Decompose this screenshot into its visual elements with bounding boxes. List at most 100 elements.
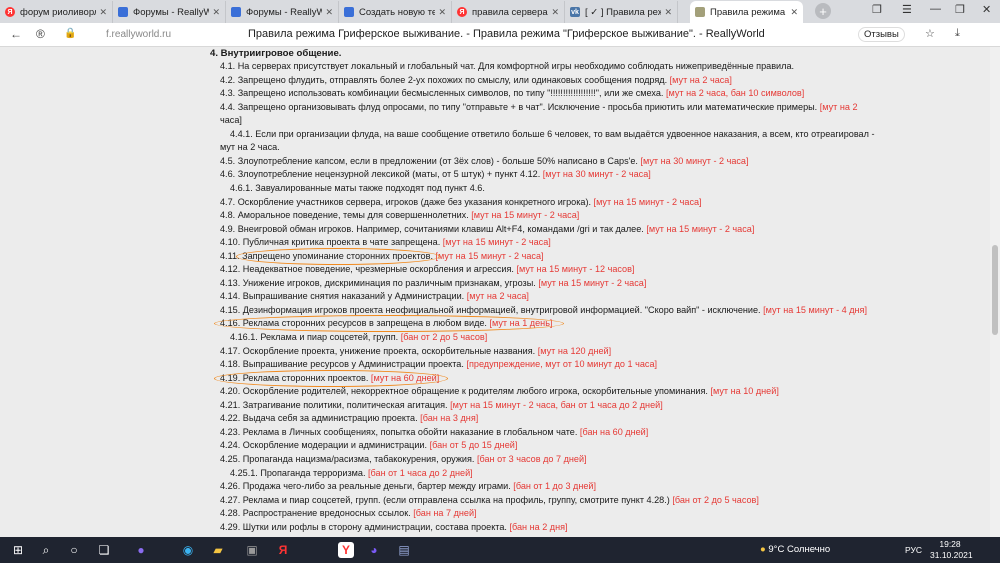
rule-line: 4.7. Оскорбление участников сервера, игр… <box>220 197 702 207</box>
rule-line: 4.25.1. Пропаганда терроризма. [бан от 1… <box>230 468 473 478</box>
rule-line: 4.26. Продажа чего-либо за реальные день… <box>220 481 596 491</box>
discord-icon[interactable]: ◕ <box>366 542 382 558</box>
store-icon[interactable]: ▣ <box>244 542 260 558</box>
rule-penalty: [мут на 2 <box>819 101 858 112</box>
rule-text: 4.27. Реклама и пиар соцсетей, групп. (е… <box>220 494 670 505</box>
rule-line: мут на 2 часа. <box>220 142 280 152</box>
minimize-icon[interactable]: — <box>930 3 941 15</box>
page-title: Правила режима Гриферское выживание. - П… <box>248 28 765 40</box>
tab-7-active[interactable]: Правила режима Гр ✕ <box>690 1 803 23</box>
rule-text: 4.5. Злоупотребление капсом, если в пред… <box>220 155 638 166</box>
rule-line: 4.9. Внеигровой обман игроков. Например,… <box>220 224 754 234</box>
rule-text: 4.25. Пропаганда нацизма/расизма, табако… <box>220 453 475 464</box>
rule-text: 4.6. Злоупотребление нецензурной лексико… <box>220 169 541 180</box>
clock-time: 19:28 <box>939 539 961 549</box>
rule-penalty: [бан на 7 дней] <box>413 508 477 519</box>
scrollbar[interactable] <box>990 47 1000 537</box>
menu-icon[interactable]: ☰ <box>902 3 912 16</box>
close-window-icon[interactable]: ✕ <box>982 3 991 16</box>
windows-start-icon[interactable]: ⊞ <box>10 542 26 558</box>
alice-icon[interactable]: ● <box>133 542 149 558</box>
protect-icon[interactable]: ® <box>36 27 45 41</box>
rule-penalty: [мут на 15 минут - 2 часа] <box>646 223 755 234</box>
scrollbar-thumb[interactable] <box>992 245 998 335</box>
tab-title: [ ✓ ] Правила режима <box>585 6 662 18</box>
rule-text: 4.4. Запрещено организовывать флуд опрос… <box>220 101 818 112</box>
rule-penalty: [предупреждение, мут от 10 минут до 1 ча… <box>466 359 658 370</box>
reallyworld-icon <box>344 7 354 17</box>
rule-line: 4.28. Распространение вредоносных ссылок… <box>220 508 477 518</box>
rule-line: 4.4. Запрещено организовывать флуд опрос… <box>220 102 858 112</box>
close-icon[interactable]: ✕ <box>325 7 333 18</box>
rule-text: 4.26. Продажа чего-либо за реальные день… <box>220 481 511 492</box>
new-tab-button[interactable]: + <box>815 3 831 19</box>
tab-6[interactable]: vk [ ✓ ] Правила режима ✕ <box>565 1 678 23</box>
yandex-icon[interactable]: Я <box>275 542 291 558</box>
tab-title: Правила режима Гр <box>710 6 787 18</box>
task-view-icon[interactable]: ❏ <box>96 542 112 558</box>
rule-text: 4.12. Неадекватное поведение, чрезмерные… <box>220 264 514 275</box>
rule-penalty: [бан на 3 дня] <box>420 413 479 424</box>
bookmark-icon[interactable]: ☆ <box>925 27 935 40</box>
back-arrow-icon[interactable]: ← <box>10 27 22 41</box>
rule-penalty: [бан от 3 часов до 7 дней] <box>476 453 587 464</box>
rule-penalty: [мут на 120 дней] <box>537 345 612 356</box>
tab-2[interactable]: Форумы - ReallyWorld ✕ <box>113 1 226 23</box>
tab-4[interactable]: Создать новую тему - R ✕ <box>339 1 452 23</box>
rule-text: 4.17. Оскорбление проекта, унижение прое… <box>220 345 536 356</box>
rule-line: 4.21. Затрагивание политики, политическа… <box>220 400 663 410</box>
reviews-button[interactable]: Отзывы <box>858 27 905 42</box>
rule-penalty: [мут на 15 минут - 2 часа] <box>435 250 544 261</box>
close-icon[interactable]: ✕ <box>551 7 559 18</box>
rule-line: 4.22. Выдача себя за администрацию проек… <box>220 413 478 423</box>
language-indicator[interactable]: РУС <box>905 545 922 555</box>
rule-text: 4.1. На серверах присутствует локальный … <box>220 61 795 71</box>
close-icon[interactable]: ✕ <box>790 7 798 18</box>
rule-line: 4.4.1. Если при организации флуда, на ва… <box>230 129 874 139</box>
download-icon[interactable]: ⤓ <box>955 27 960 40</box>
rule-penalty: [бан от 2 до 5 часов] <box>400 332 488 342</box>
close-icon[interactable]: ✕ <box>212 7 220 18</box>
tab-title: Форумы - ReallyWorld <box>246 6 323 18</box>
rule-text: 4.24. Оскорбление модерации и администра… <box>220 440 428 451</box>
rule-text: 4.9. Внеигровой обман игроков. Например,… <box>220 223 644 234</box>
taskbar: ⊞ ⌕ ○ ❏ ● ◉ ▰ ▣ Я Y ◕ ▤ ● 9°C Солнечно Р… <box>0 537 1000 563</box>
tab-strip: Я форум риоливорлд ✕ Форумы - ReallyWorl… <box>0 0 1000 23</box>
rule-penalty: [бан от 1 часа до 2 дней] <box>368 467 473 478</box>
rule-penalty: [мут на 2 часа] <box>669 74 732 85</box>
rule-line: 4.29. Шутки или рофлы в сторону админист… <box>220 522 568 532</box>
url-field[interactable]: f.reallyworld.ru <box>106 29 171 40</box>
lock-icon[interactable]: 🔒 <box>64 28 76 39</box>
tab-1[interactable]: Я форум риоливорлд ✕ <box>0 1 113 23</box>
rule-line: 4.18. Выпрашивание ресурсов у Администра… <box>220 359 657 369</box>
tab-5[interactable]: Я правила сервера рил ✕ <box>452 1 565 23</box>
rule-line: 4.14. Выпрашивание снятия наказаний у Ад… <box>220 291 529 301</box>
weather-text: 9°C Солнечно <box>768 544 831 555</box>
maximize-icon[interactable]: ❐ <box>955 3 965 16</box>
close-icon[interactable]: ✕ <box>99 7 107 18</box>
rule-penalty: [мут на 2 часа, бан 10 символов] <box>665 88 805 99</box>
cortana-icon[interactable]: ○ <box>66 542 82 558</box>
rule-line: 4.20. Оскорбление родителей, некорректно… <box>220 386 779 396</box>
yandex-browser-icon[interactable]: Y <box>338 542 354 558</box>
edge-icon[interactable]: ◉ <box>180 542 196 558</box>
rule-text: 4.3. Запрещено использовать комбинации б… <box>220 88 664 99</box>
address-bar: ← ® 🔒 f.reallyworld.ru Правила режима Гр… <box>0 23 1000 47</box>
file-explorer-icon[interactable]: ▰ <box>210 542 226 558</box>
tab-3[interactable]: Форумы - ReallyWorld ✕ <box>226 1 339 23</box>
weather[interactable]: ● 9°C Солнечно <box>760 544 830 555</box>
search-icon[interactable]: ⌕ <box>38 542 54 558</box>
rule-penalty: [бан от 5 до 15 дней] <box>429 440 518 451</box>
highlight-circle <box>236 247 440 265</box>
close-icon[interactable]: ✕ <box>438 7 446 18</box>
rule-text: 4.13. Унижение игроков, дискриминация по… <box>220 277 536 288</box>
tabs-icon[interactable]: ❐ <box>872 3 882 16</box>
tab-title: форум риоливорлд <box>20 6 97 18</box>
clock[interactable]: 19:28 31.10.2021 <box>930 539 973 561</box>
rules-content: 4. Внутриигровое общение. 4.1. На сервер… <box>0 47 990 537</box>
app-icon[interactable]: ▤ <box>396 542 412 558</box>
rule-text: 4.23. Реклама в Личных сообщениях, попыт… <box>220 426 578 437</box>
rule-text: 4.14. Выпрашивание снятия наказаний у Ад… <box>220 291 465 302</box>
rule-penalty: [мут на 15 минут - 2 часа] <box>471 210 580 221</box>
close-icon[interactable]: ✕ <box>664 7 672 18</box>
